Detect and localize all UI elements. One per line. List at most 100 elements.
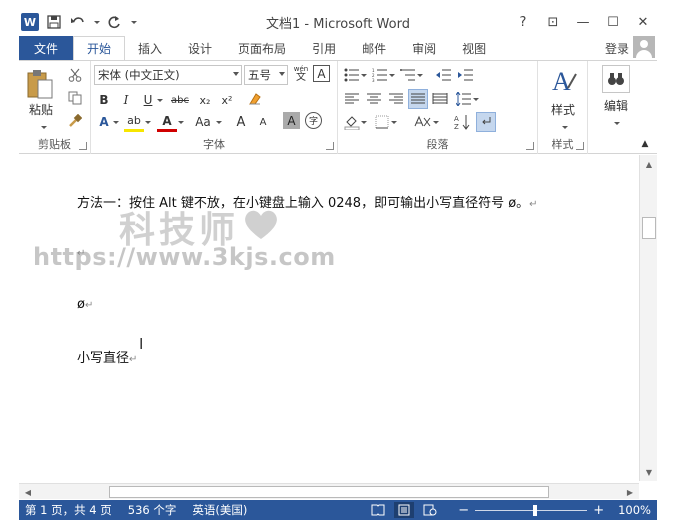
shrink-font-button[interactable]: A xyxy=(253,112,273,132)
paste-icon[interactable] xyxy=(25,67,55,101)
print-layout-icon[interactable] xyxy=(394,502,415,518)
binoculars-icon[interactable] xyxy=(602,65,630,93)
document-paragraph-4[interactable]: 小写直径↵ xyxy=(77,347,137,366)
undo-dropdown-icon[interactable] xyxy=(91,11,101,33)
cut-icon[interactable] xyxy=(65,65,85,85)
styles-button-label[interactable]: 样式 xyxy=(538,101,588,118)
font-name-combo[interactable]: 宋体 (中文正文) xyxy=(94,65,242,85)
format-painter-icon[interactable] xyxy=(65,111,85,131)
copy-icon[interactable] xyxy=(65,88,85,108)
bullets-dropdown-icon[interactable] xyxy=(358,65,368,85)
tab-view[interactable]: 视图 xyxy=(449,36,499,60)
strikethrough-button[interactable]: abc xyxy=(167,90,193,110)
chinese-layout-dropdown-icon[interactable] xyxy=(430,112,440,132)
text-effects-dropdown-icon[interactable] xyxy=(110,112,120,132)
clipboard-dialog-launcher[interactable] xyxy=(79,142,87,150)
sign-in-link[interactable]: 登录 xyxy=(605,40,629,57)
word-app-icon[interactable]: W xyxy=(19,11,41,33)
ribbon-display-options-button[interactable]: ⊡ xyxy=(539,11,567,33)
scroll-up-icon[interactable]: ▲ xyxy=(643,158,655,170)
editing-dropdown-icon[interactable] xyxy=(606,113,626,133)
change-case-dropdown-icon[interactable] xyxy=(213,112,223,132)
scroll-down-icon[interactable]: ▼ xyxy=(643,466,655,478)
grow-font-button[interactable]: A xyxy=(231,112,251,132)
close-button[interactable]: ✕ xyxy=(629,11,657,33)
tab-design[interactable]: 设计 xyxy=(175,36,225,60)
tab-mailings[interactable]: 邮件 xyxy=(349,36,399,60)
tab-home[interactable]: 开始 xyxy=(73,36,126,60)
justify-icon[interactable] xyxy=(408,89,428,109)
subscript-button[interactable]: x₂ xyxy=(195,90,215,110)
paste-button-label[interactable]: 粘贴 xyxy=(21,101,61,118)
clear-formatting-icon[interactable] xyxy=(245,89,265,109)
bold-button[interactable]: B xyxy=(94,90,114,110)
zoom-level[interactable]: 100% xyxy=(610,503,651,517)
styles-dialog-launcher[interactable] xyxy=(576,142,584,150)
tab-insert[interactable]: 插入 xyxy=(125,36,175,60)
maximize-button[interactable]: ☐ xyxy=(599,11,627,33)
page-count[interactable]: 第 1 页，共 4 页 xyxy=(19,502,118,518)
styles-dropdown-icon[interactable] xyxy=(554,117,574,137)
zoom-slider-thumb[interactable] xyxy=(533,504,538,516)
italic-button[interactable]: I xyxy=(116,90,136,110)
align-right-icon[interactable] xyxy=(386,89,406,109)
vertical-scrollbar[interactable]: ▲ ▼ xyxy=(639,155,657,481)
highlight-dropdown-icon[interactable] xyxy=(142,112,152,132)
font-color-dropdown-icon[interactable] xyxy=(175,112,185,132)
decrease-indent-icon[interactable] xyxy=(434,65,454,85)
document-paragraph-3[interactable]: ø↵ xyxy=(77,297,93,312)
avatar[interactable] xyxy=(633,36,655,58)
horizontal-scrollbar[interactable]: ◀ ▶ xyxy=(19,483,639,499)
save-icon[interactable] xyxy=(43,11,65,33)
read-mode-icon[interactable] xyxy=(368,502,388,518)
editing-button-label[interactable]: 编辑 xyxy=(592,97,640,114)
paragraph-dialog-launcher[interactable] xyxy=(526,142,534,150)
zoom-out-button[interactable]: − xyxy=(458,503,469,518)
tab-review[interactable]: 审阅 xyxy=(399,36,449,60)
phonetic-guide-button[interactable]: wén 文 xyxy=(291,64,311,84)
customize-qat-icon[interactable] xyxy=(127,11,139,33)
font-size-combo[interactable]: 五号 xyxy=(244,65,288,85)
numbering-dropdown-icon[interactable] xyxy=(386,65,396,85)
styles-icon[interactable]: A xyxy=(550,65,578,97)
scroll-right-icon[interactable]: ▶ xyxy=(624,486,636,498)
undo-icon[interactable] xyxy=(67,11,89,33)
document-page[interactable]: 科技师 https://www.3kjs.com 方法一：按住 Alt 键不放，… xyxy=(19,155,639,481)
sort-icon[interactable]: AZ xyxy=(452,112,472,132)
web-layout-icon[interactable] xyxy=(420,502,440,518)
word-count[interactable]: 536 个字 xyxy=(118,502,183,518)
tab-references[interactable]: 引用 xyxy=(299,36,349,60)
multilevel-list-dropdown-icon[interactable] xyxy=(414,65,424,85)
align-left-icon[interactable] xyxy=(342,89,362,109)
superscript-button[interactable]: x² xyxy=(217,90,237,110)
align-center-icon[interactable] xyxy=(364,89,384,109)
zoom-in-button[interactable]: + xyxy=(593,503,604,518)
zoom-slider[interactable] xyxy=(475,504,588,516)
font-dialog-launcher[interactable] xyxy=(326,142,334,150)
minimize-button[interactable]: — xyxy=(569,11,597,33)
highlight-button[interactable]: ab xyxy=(124,112,144,132)
tab-page-layout[interactable]: 页面布局 xyxy=(225,36,299,60)
character-shading-button[interactable]: A xyxy=(283,112,300,129)
underline-dropdown-icon[interactable] xyxy=(154,90,164,110)
show-hide-marks-icon[interactable] xyxy=(476,112,496,132)
character-border-button[interactable]: A xyxy=(313,65,330,82)
document-paragraph-2[interactable]: ↵ xyxy=(77,245,85,260)
scroll-left-icon[interactable]: ◀ xyxy=(22,486,34,498)
increase-indent-icon[interactable] xyxy=(456,65,476,85)
vertical-scroll-thumb[interactable] xyxy=(642,217,656,239)
shading-dropdown-icon[interactable] xyxy=(358,112,368,132)
paste-dropdown-icon[interactable] xyxy=(33,117,53,137)
change-case-button[interactable]: Aa xyxy=(191,112,215,132)
collapse-ribbon-icon[interactable]: ▲ xyxy=(638,137,652,151)
borders-dropdown-icon[interactable] xyxy=(388,112,398,132)
document-paragraph-1[interactable]: 方法一：按住 Alt 键不放，在小键盘上输入 0248，即可输出小写直径符号 ø… xyxy=(77,192,538,211)
horizontal-scroll-thumb[interactable] xyxy=(109,486,549,498)
line-spacing-dropdown-icon[interactable] xyxy=(470,89,480,109)
enclose-characters-button[interactable]: 字 xyxy=(305,112,322,129)
language-indicator[interactable]: 英语(美国) xyxy=(182,502,253,518)
chinese-layout-icon[interactable] xyxy=(412,112,432,132)
repeat-icon[interactable] xyxy=(103,11,125,33)
distributed-icon[interactable] xyxy=(430,89,450,109)
tab-file[interactable]: 文件 xyxy=(19,36,73,60)
